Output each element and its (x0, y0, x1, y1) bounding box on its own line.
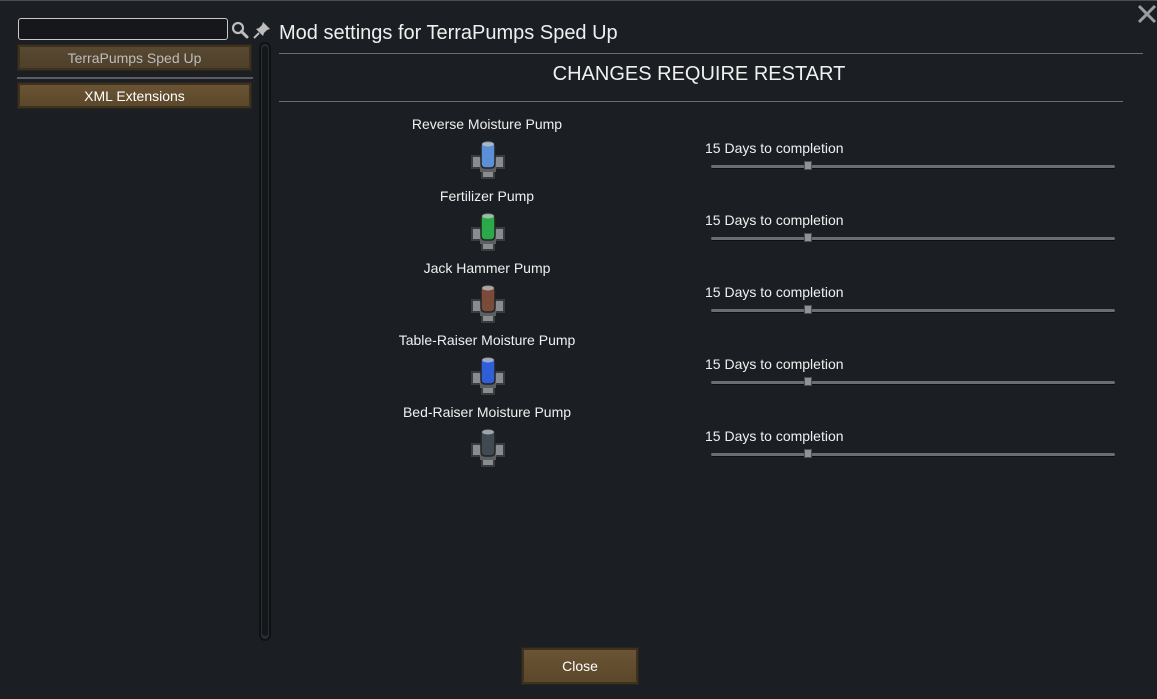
slider-handle[interactable] (803, 305, 812, 314)
mod-item-label: TerraPumps Sped Up (67, 49, 202, 66)
mod-settings-window: TerraPumps Sped Up XML Extensions Mod se… (0, 0, 1157, 699)
mod-item-label: XML Extensions (84, 87, 185, 104)
days-slider[interactable] (711, 305, 1115, 314)
search-icon[interactable] (230, 20, 250, 40)
pump-name: Reverse Moisture Pump (411, 116, 563, 132)
days-to-completion-label: 15 Days to completion (705, 284, 844, 300)
days-to-completion-label: 15 Days to completion (705, 356, 844, 372)
pump-name: Table-Raiser Moisture Pump (398, 332, 576, 348)
title-divider (279, 53, 1143, 54)
close-button[interactable]: Close (521, 647, 639, 685)
pump-icon (464, 138, 512, 186)
days-to-completion-label: 15 Days to completion (705, 428, 844, 444)
slider-handle[interactable] (803, 449, 812, 458)
sidebar-scrollbar[interactable] (259, 42, 271, 641)
pump-name: Bed-Raiser Moisture Pump (402, 404, 572, 420)
mod-item-terrapumps[interactable]: TerraPumps Sped Up (17, 44, 252, 71)
mod-item-xml-extensions[interactable]: XML Extensions (17, 82, 252, 109)
search-input[interactable] (18, 18, 228, 40)
days-slider[interactable] (711, 449, 1115, 458)
days-to-completion-label: 15 Days to completion (705, 212, 844, 228)
close-button-label: Close (562, 658, 598, 674)
pin-icon[interactable] (252, 20, 272, 40)
pump-icon (464, 282, 512, 330)
slider-handle[interactable] (803, 161, 812, 170)
close-icon[interactable] (1136, 3, 1157, 25)
days-to-completion-label: 15 Days to completion (705, 140, 844, 156)
pump-name: Jack Hammer Pump (423, 260, 551, 276)
pump-icon (464, 426, 512, 474)
slider-handle[interactable] (803, 377, 812, 386)
scrollbar-thumb[interactable] (262, 46, 268, 636)
pump-icon (464, 210, 512, 258)
days-slider[interactable] (711, 161, 1115, 170)
page-title: Mod settings for TerraPumps Sped Up (279, 22, 618, 44)
sidebar-divider (17, 77, 253, 79)
days-slider[interactable] (711, 233, 1115, 242)
notice-divider (279, 101, 1123, 102)
pump-name: Fertilizer Pump (439, 188, 535, 204)
restart-notice: CHANGES REQUIRE RESTART (552, 63, 846, 85)
slider-handle[interactable] (803, 233, 812, 242)
days-slider[interactable] (711, 377, 1115, 386)
pump-icon (464, 354, 512, 402)
